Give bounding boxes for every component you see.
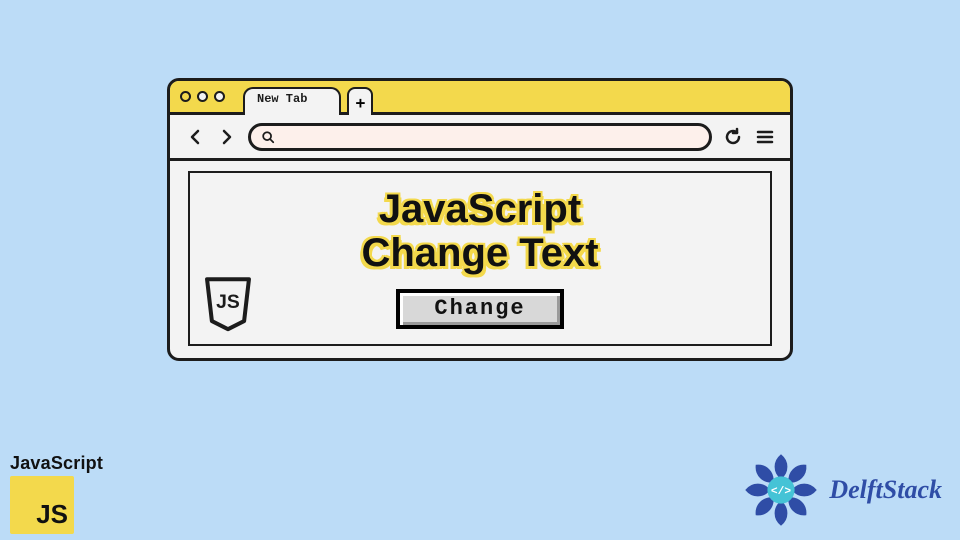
browser-window: New Tab + JavaScript Change Text Change bbox=[167, 78, 793, 361]
new-tab-button[interactable]: + bbox=[347, 87, 373, 115]
forward-button[interactable] bbox=[216, 126, 238, 148]
chevron-left-icon bbox=[187, 129, 203, 145]
delftstack-name: DelftStack bbox=[829, 475, 942, 505]
window-controls bbox=[180, 91, 225, 102]
close-icon[interactable] bbox=[180, 91, 191, 102]
content-area: JavaScript Change Text Change JS bbox=[170, 161, 790, 358]
mandala-icon: </> bbox=[741, 450, 821, 530]
address-bar[interactable] bbox=[248, 123, 712, 151]
change-button[interactable]: Change bbox=[396, 289, 564, 329]
js-shield-icon: JS bbox=[202, 276, 254, 334]
minimize-icon[interactable] bbox=[197, 91, 208, 102]
maximize-icon[interactable] bbox=[214, 91, 225, 102]
shield-text: JS bbox=[216, 292, 240, 313]
plus-icon: + bbox=[356, 93, 366, 112]
hamburger-icon bbox=[755, 127, 775, 147]
javascript-logo: JavaScript JS bbox=[10, 453, 103, 534]
menu-button[interactable] bbox=[754, 126, 776, 148]
chevron-right-icon bbox=[219, 129, 235, 145]
javascript-label: JavaScript bbox=[10, 453, 103, 474]
page-title: JavaScript Change Text bbox=[361, 187, 598, 275]
tab-new-tab[interactable]: New Tab bbox=[243, 87, 341, 115]
tab-bar: New Tab + bbox=[170, 81, 790, 115]
refresh-icon bbox=[723, 127, 743, 147]
toolbar bbox=[170, 115, 790, 161]
code-glyph: </> bbox=[771, 486, 791, 498]
back-button[interactable] bbox=[184, 126, 206, 148]
js-square-icon: JS bbox=[10, 476, 74, 534]
headline-line-1: JavaScript bbox=[361, 187, 598, 231]
delftstack-logo: </> DelftStack bbox=[741, 450, 942, 530]
headline-line-2: Change Text bbox=[361, 231, 598, 275]
content-panel: JavaScript Change Text Change JS bbox=[188, 171, 772, 346]
refresh-button[interactable] bbox=[722, 126, 744, 148]
search-icon bbox=[261, 130, 275, 144]
